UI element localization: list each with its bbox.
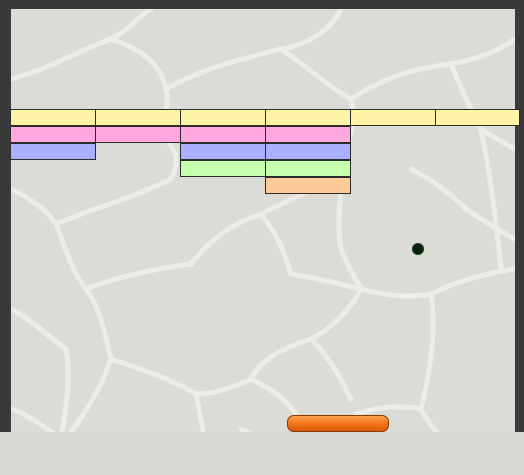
- ball: [412, 243, 424, 255]
- brick-green: [180, 160, 266, 177]
- brick-pink: [10, 126, 96, 143]
- brick-pink: [265, 126, 351, 143]
- brick-yellow: [265, 109, 351, 126]
- below-playfield-strip: [0, 432, 524, 475]
- brick-yellow: [10, 109, 96, 126]
- brick-yellow: [180, 109, 266, 126]
- brick-pink: [180, 126, 266, 143]
- top-frame-border: [0, 0, 524, 9]
- brick-yellow: [435, 109, 520, 126]
- brick-blue: [265, 143, 351, 160]
- flagstone-background: [11, 9, 515, 475]
- brick-pink: [95, 126, 181, 143]
- game-playfield[interactable]: [11, 9, 515, 475]
- brick-blue: [180, 143, 266, 160]
- brick-yellow: [95, 109, 181, 126]
- right-frame-border: [515, 0, 524, 432]
- brick-green: [265, 160, 351, 177]
- left-frame-border: [0, 0, 11, 432]
- brick-yellow: [350, 109, 436, 126]
- brick-blue: [10, 143, 96, 160]
- paddle[interactable]: [287, 415, 389, 432]
- brick-orange: [265, 177, 351, 194]
